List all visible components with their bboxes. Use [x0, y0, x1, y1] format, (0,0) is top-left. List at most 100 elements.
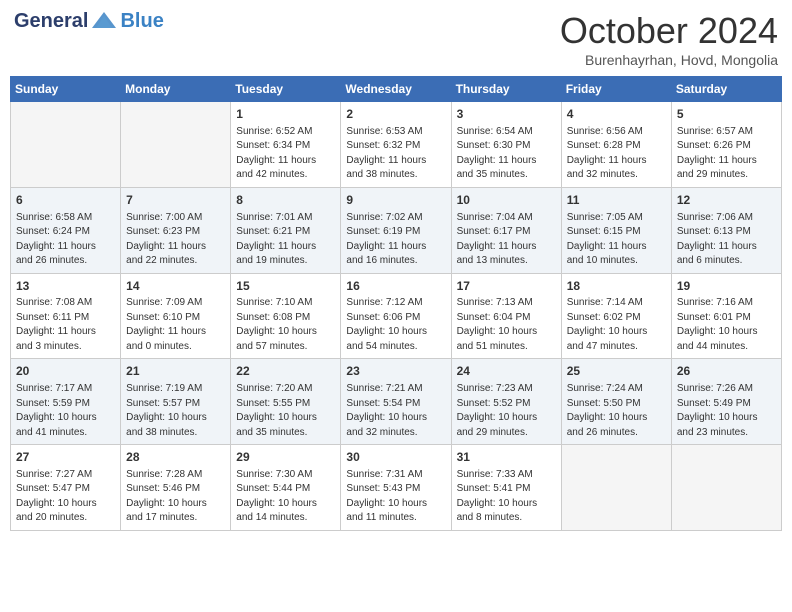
day-info: Sunrise: 6:57 AMSunset: 6:26 PMDaylight:… [677, 125, 776, 183]
calendar-cell [671, 445, 781, 531]
calendar-header-row: SundayMondayTuesdayWednesdayThursdayFrid… [11, 77, 782, 102]
logo-icon [90, 10, 118, 32]
day-number: 30 [346, 449, 445, 466]
day-number: 6 [16, 192, 115, 209]
day-number: 4 [567, 106, 666, 123]
day-number: 19 [677, 278, 776, 295]
day-info: Sunrise: 7:27 AMSunset: 5:47 PMDaylight:… [16, 468, 115, 526]
calendar-cell [121, 102, 231, 188]
calendar-cell: 20 Sunrise: 7:17 AMSunset: 5:59 PMDayligh… [11, 359, 121, 445]
calendar-cell: 17Sunrise: 7:13 AMSunset: 6:04 PMDayligh… [451, 273, 561, 359]
calendar-cell: 23 Sunrise: 7:21 AMSunset: 5:54 PMDayligh… [341, 359, 451, 445]
calendar-cell: 1 Sunrise: 6:52 AMSunset: 6:34 PMDaylight… [231, 102, 341, 188]
day-number: 7 [126, 192, 225, 209]
title-area: October 2024 Burenhayrhan, Hovd, Mongoli… [560, 10, 778, 68]
day-number: 17 [457, 278, 556, 295]
day-number: 27 [16, 449, 115, 466]
location-subtitle: Burenhayrhan, Hovd, Mongolia [560, 52, 778, 68]
day-number: 11 [567, 192, 666, 209]
day-number: 23 [346, 363, 445, 380]
col-header-saturday: Saturday [671, 77, 781, 102]
calendar-cell: 29 Sunrise: 7:30 AMSunset: 5:44 PMDayligh… [231, 445, 341, 531]
day-number: 25 [567, 363, 666, 380]
day-info: Sunrise: 7:14 AMSunset: 6:02 PMDaylight:… [567, 296, 666, 354]
day-info: Sunrise: 7:21 AMSunset: 5:54 PMDaylight:… [346, 382, 445, 440]
day-info: Sunrise: 7:16 AMSunset: 6:01 PMDaylight:… [677, 296, 776, 354]
calendar-week-4: 20 Sunrise: 7:17 AMSunset: 5:59 PMDayligh… [11, 359, 782, 445]
calendar-cell: 10 Sunrise: 7:04 AMSunset: 6:17 PMDayligh… [451, 187, 561, 273]
day-info: Sunrise: 6:52 AMSunset: 6:34 PMDaylight:… [236, 125, 335, 183]
logo-general: General [14, 11, 88, 31]
day-info: Sunrise: 7:23 AMSunset: 5:52 PMDaylight:… [457, 382, 556, 440]
day-info: Sunrise: 7:20 AMSunset: 5:55 PMDaylight:… [236, 382, 335, 440]
day-info: Sunrise: 7:31 AMSunset: 5:43 PMDaylight:… [346, 468, 445, 526]
day-info: Sunrise: 7:12 AMSunset: 6:06 PMDaylight:… [346, 296, 445, 354]
calendar-cell: 14Sunrise: 7:09 AMSunset: 6:10 PMDayligh… [121, 273, 231, 359]
day-number: 5 [677, 106, 776, 123]
calendar-cell: 15Sunrise: 7:10 AMSunset: 6:08 PMDayligh… [231, 273, 341, 359]
day-info: Sunrise: 7:10 AMSunset: 6:08 PMDaylight:… [236, 296, 335, 354]
day-number: 10 [457, 192, 556, 209]
calendar-cell: 12 Sunrise: 7:06 AMSunset: 6:13 PMDayligh… [671, 187, 781, 273]
day-info: Sunrise: 7:02 AMSunset: 6:19 PMDaylight:… [346, 211, 445, 269]
col-header-sunday: Sunday [11, 77, 121, 102]
day-number: 14 [126, 278, 225, 295]
day-number: 21 [126, 363, 225, 380]
calendar-cell: 31Sunrise: 7:33 AMSunset: 5:41 PMDayligh… [451, 445, 561, 531]
calendar-cell: 21Sunrise: 7:19 AMSunset: 5:57 PMDayligh… [121, 359, 231, 445]
day-number: 28 [126, 449, 225, 466]
day-number: 2 [346, 106, 445, 123]
day-number: 18 [567, 278, 666, 295]
day-number: 31 [457, 449, 556, 466]
col-header-thursday: Thursday [451, 77, 561, 102]
calendar-week-3: 13Sunrise: 7:08 AMSunset: 6:11 PMDayligh… [11, 273, 782, 359]
col-header-wednesday: Wednesday [341, 77, 451, 102]
calendar-cell: 19Sunrise: 7:16 AMSunset: 6:01 PMDayligh… [671, 273, 781, 359]
col-header-monday: Monday [121, 77, 231, 102]
calendar-cell [11, 102, 121, 188]
day-info: Sunrise: 7:05 AMSunset: 6:15 PMDaylight:… [567, 211, 666, 269]
day-info: Sunrise: 6:58 AMSunset: 6:24 PMDaylight:… [16, 211, 115, 269]
day-info: Sunrise: 7:09 AMSunset: 6:10 PMDaylight:… [126, 296, 225, 354]
day-info: Sunrise: 7:17 AMSunset: 5:59 PMDaylight:… [16, 382, 115, 440]
calendar-cell: 3Sunrise: 6:54 AMSunset: 6:30 PMDaylight… [451, 102, 561, 188]
day-number: 26 [677, 363, 776, 380]
calendar-cell: 22 Sunrise: 7:20 AMSunset: 5:55 PMDayligh… [231, 359, 341, 445]
calendar-cell: 18Sunrise: 7:14 AMSunset: 6:02 PMDayligh… [561, 273, 671, 359]
page-header: General Blue October 2024 Burenhayrhan, … [10, 10, 782, 68]
day-number: 13 [16, 278, 115, 295]
calendar-cell: 9 Sunrise: 7:02 AMSunset: 6:19 PMDaylight… [341, 187, 451, 273]
calendar-table: SundayMondayTuesdayWednesdayThursdayFrid… [10, 76, 782, 531]
month-title: October 2024 [560, 10, 778, 52]
day-info: Sunrise: 7:04 AMSunset: 6:17 PMDaylight:… [457, 211, 556, 269]
day-number: 16 [346, 278, 445, 295]
day-number: 3 [457, 106, 556, 123]
day-number: 12 [677, 192, 776, 209]
col-header-tuesday: Tuesday [231, 77, 341, 102]
day-number: 24 [457, 363, 556, 380]
day-number: 8 [236, 192, 335, 209]
day-number: 20 [16, 363, 115, 380]
day-info: Sunrise: 7:24 AMSunset: 5:50 PMDaylight:… [567, 382, 666, 440]
calendar-cell: 30 Sunrise: 7:31 AMSunset: 5:43 PMDayligh… [341, 445, 451, 531]
calendar-cell: 16Sunrise: 7:12 AMSunset: 6:06 PMDayligh… [341, 273, 451, 359]
calendar-cell: 2Sunrise: 6:53 AMSunset: 6:32 PMDaylight… [341, 102, 451, 188]
day-info: Sunrise: 7:28 AMSunset: 5:46 PMDaylight:… [126, 468, 225, 526]
day-number: 1 [236, 106, 335, 123]
calendar-cell: 8 Sunrise: 7:01 AMSunset: 6:21 PMDaylight… [231, 187, 341, 273]
day-number: 29 [236, 449, 335, 466]
logo-blue: Blue [120, 11, 163, 31]
col-header-friday: Friday [561, 77, 671, 102]
day-number: 22 [236, 363, 335, 380]
calendar-cell: 24 Sunrise: 7:23 AMSunset: 5:52 PMDayligh… [451, 359, 561, 445]
calendar-cell: 27 Sunrise: 7:27 AMSunset: 5:47 PMDayligh… [11, 445, 121, 531]
day-info: Sunrise: 7:01 AMSunset: 6:21 PMDaylight:… [236, 211, 335, 269]
calendar-cell: 5 Sunrise: 6:57 AMSunset: 6:26 PMDaylight… [671, 102, 781, 188]
calendar-week-5: 27 Sunrise: 7:27 AMSunset: 5:47 PMDayligh… [11, 445, 782, 531]
calendar-cell: 13Sunrise: 7:08 AMSunset: 6:11 PMDayligh… [11, 273, 121, 359]
day-number: 9 [346, 192, 445, 209]
calendar-cell [561, 445, 671, 531]
logo: General Blue [14, 10, 164, 32]
day-info: Sunrise: 7:06 AMSunset: 6:13 PMDaylight:… [677, 211, 776, 269]
day-info: Sunrise: 7:30 AMSunset: 5:44 PMDaylight:… [236, 468, 335, 526]
